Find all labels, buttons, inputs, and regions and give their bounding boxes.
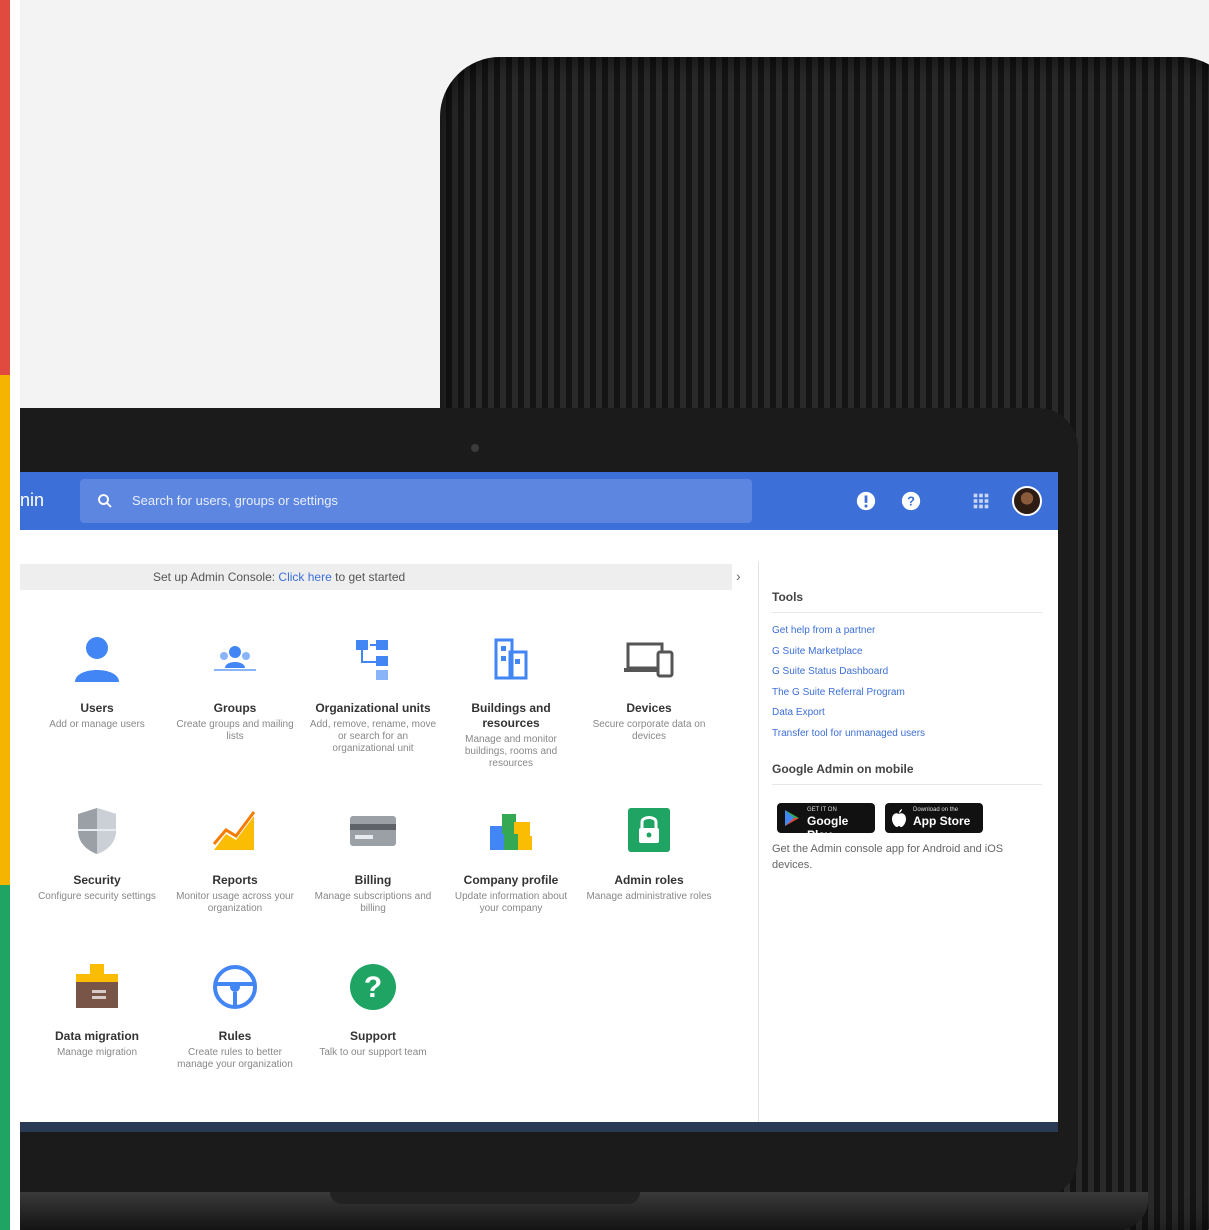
laptop-notch — [330, 1192, 640, 1204]
tile-desc: Secure corporate data on devices — [592, 719, 706, 742]
tile-desc: Manage administrative roles — [586, 891, 712, 902]
tile-title: Rules — [218, 1029, 252, 1043]
support-question-icon: ? — [350, 964, 396, 1010]
groups-icon — [214, 646, 256, 671]
tile-title: Support — [350, 1029, 396, 1043]
tile-company-profile[interactable]: Company profile Update information about… — [446, 804, 576, 915]
tile-desc: Monitor usage across your organization — [176, 891, 294, 914]
tile-rules[interactable]: Rules Create rules to better manage your… — [170, 960, 300, 1071]
lock-icon — [628, 808, 670, 852]
tile-title: Groups — [213, 701, 257, 715]
reports-icon — [212, 811, 256, 850]
google-play-small: GET IT ON — [807, 807, 837, 813]
setup-notice-bar: Set up Admin Console: Click here to get … — [20, 564, 732, 590]
tools-link[interactable]: G Suite Status Dashboard — [772, 662, 1042, 683]
apps-grid-icon[interactable] — [970, 490, 992, 512]
tile-support[interactable]: ? Support Talk to our support team — [308, 960, 438, 1059]
notice-prefix: Set up Admin Console: — [153, 570, 276, 584]
tile-organizational-units[interactable]: Organizational units Add, remove, rename… — [308, 632, 438, 755]
tile-title: Devices — [626, 701, 672, 715]
tile-title: Admin roles — [614, 873, 684, 887]
tile-title: Organizational units — [315, 701, 431, 715]
tools-link[interactable]: Data Export — [772, 703, 1042, 724]
search-input[interactable]: Search for users, groups or settings — [80, 479, 752, 523]
tile-title: Company profile — [463, 873, 559, 887]
tile-groups[interactable]: Groups Create groups and mailing lists — [170, 632, 300, 743]
taskbar-strip — [20, 1122, 1058, 1132]
tools-link[interactable]: Get help from a partner — [772, 621, 1042, 642]
help-icon[interactable]: ? — [900, 490, 922, 512]
mobile-note: Get the Admin console app for Android an… — [772, 843, 1004, 871]
tile-devices[interactable]: Devices Secure corporate data on devices — [584, 632, 714, 743]
devices-icon — [624, 642, 674, 678]
tile-billing[interactable]: Billing Manage subscriptions and billing — [308, 804, 438, 915]
data-migration-icon — [76, 964, 118, 1008]
product-name: nin — [20, 490, 45, 510]
user-icon — [75, 637, 119, 682]
buildings-icon — [494, 638, 528, 680]
tools-heading: Tools — [772, 590, 1042, 613]
tile-title: Billing — [354, 873, 392, 887]
tile-buildings-and-resources[interactable]: Buildings and resources Manage and monit… — [446, 632, 576, 770]
tools-links: Get help from a partner G Suite Marketpl… — [772, 621, 1042, 744]
app-store-label: App Store — [913, 814, 971, 828]
store-badges: GET IT ON Google Play Download on the Ap… — [772, 803, 1042, 842]
brand-color-stripe — [0, 0, 20, 1230]
notifications-icon[interactable] — [855, 490, 877, 512]
company-profile-icon — [490, 814, 532, 850]
setup-notice-text: Set up Admin Console: Click here to get … — [153, 570, 405, 584]
account-avatar[interactable] — [1012, 486, 1042, 516]
tile-desc: Update information about your company — [454, 891, 568, 914]
side-panel: Tools Get help from a partner G Suite Ma… — [772, 590, 1042, 873]
google-play-badge[interactable]: GET IT ON Google Play — [777, 803, 875, 842]
tile-desc: Manage subscriptions and billing — [314, 891, 432, 914]
svg-text:?: ? — [364, 971, 382, 1004]
tools-link[interactable]: Transfer tool for unmanaged users — [772, 724, 1042, 745]
mobile-heading: Google Admin on mobile — [772, 762, 1042, 785]
admin-console-screen: nin Search for users, groups or settings… — [20, 472, 1058, 1122]
notice-link[interactable]: Click here — [278, 570, 331, 584]
tile-title: Data migration — [54, 1029, 139, 1043]
tile-desc: Talk to our support team — [319, 1047, 427, 1058]
tile-title: Users — [80, 701, 114, 715]
search-icon — [98, 494, 112, 508]
tile-title: Buildings and resources — [471, 701, 551, 730]
notice-suffix: to get started — [335, 570, 406, 584]
tile-desc: Create groups and mailing lists — [176, 719, 294, 742]
tools-link[interactable]: The G Suite Referral Program — [772, 683, 1042, 704]
tile-desc: Add, remove, rename, move or search for … — [309, 719, 437, 754]
top-bar: nin Search for users, groups or settings… — [20, 472, 1058, 530]
apple-icon — [892, 809, 906, 827]
search-placeholder: Search for users, groups or settings — [132, 493, 338, 508]
tools-link[interactable]: G Suite Marketplace — [772, 642, 1042, 663]
svg-text:?: ? — [907, 494, 915, 509]
steering-wheel-icon — [213, 965, 257, 1009]
tile-admin-roles[interactable]: Admin roles Manage administrative roles — [584, 804, 714, 903]
google-play-icon — [785, 810, 799, 826]
tile-desc: Configure security settings — [38, 891, 156, 902]
tile-desc: Manage and monitor buildings, rooms and … — [464, 734, 558, 769]
app-store-small: Download on the — [913, 807, 959, 813]
google-play-label: Google Play — [807, 814, 849, 842]
shield-icon — [78, 808, 116, 854]
laptop-camera — [471, 444, 479, 452]
tile-reports[interactable]: Reports Monitor usage across your organi… — [170, 804, 300, 915]
tile-desc: Create rules to better manage your organ… — [177, 1047, 293, 1070]
tile-desc: Manage migration — [56, 1047, 138, 1058]
tile-data-migration[interactable]: Data migration Manage migration — [32, 960, 162, 1059]
org-units-icon — [356, 640, 388, 680]
panel-divider — [758, 562, 759, 1122]
tile-security[interactable]: Security Configure security settings — [32, 804, 162, 903]
tile-title: Reports — [212, 873, 258, 887]
tile-title: Security — [73, 873, 121, 887]
tile-users[interactable]: Users Add or manage users — [32, 632, 162, 731]
chevron-right-icon[interactable]: › — [736, 568, 741, 584]
tile-desc: Add or manage users — [49, 719, 145, 730]
app-store-badge[interactable]: Download on the App Store — [885, 803, 983, 833]
billing-card-icon — [350, 816, 396, 846]
